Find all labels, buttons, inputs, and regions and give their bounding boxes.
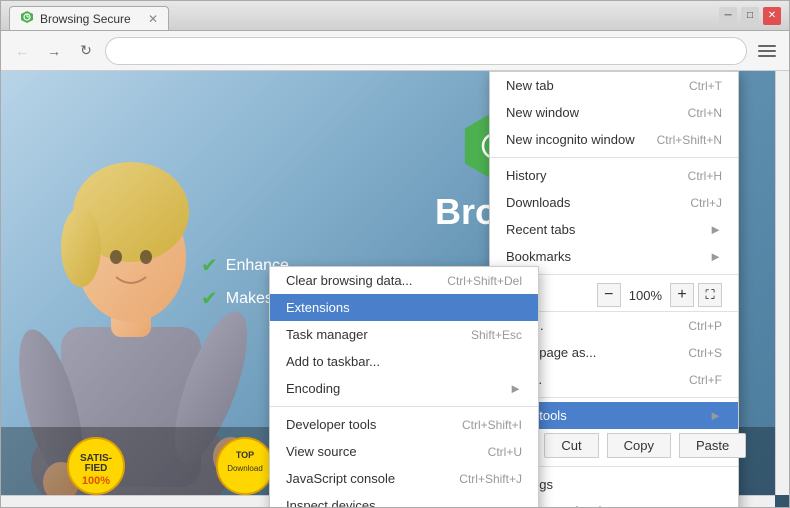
check-icon-2: ✔	[201, 286, 218, 311]
menu-item-new-tab[interactable]: New tab Ctrl+T	[490, 72, 738, 99]
submenu-label-task-manager: Task manager	[286, 327, 368, 342]
minimize-button[interactable]: ─	[719, 7, 737, 25]
forward-button[interactable]: →	[41, 38, 67, 64]
paste-button[interactable]: Paste	[679, 433, 746, 458]
badge-satisfaction: SATIS- FIED 100%	[66, 436, 126, 499]
submenu-label-encoding: Encoding	[286, 381, 340, 396]
submenu-item-dev-tools[interactable]: Developer tools Ctrl+Shift+I	[270, 411, 538, 438]
submenu-separator-1	[270, 406, 538, 407]
arrow-bookmarks: ►	[709, 249, 722, 264]
shortcut-save-page: Ctrl+S	[668, 346, 722, 360]
hamburger-line-3	[758, 55, 776, 57]
menu-item-downloads[interactable]: Downloads Ctrl+J	[490, 189, 738, 216]
separator-1	[490, 157, 738, 158]
arrow-encoding: ►	[509, 381, 522, 396]
submenu-label-dev-tools: Developer tools	[286, 417, 376, 432]
svg-text:FIED: FIED	[84, 463, 107, 474]
shortcut-find: Ctrl+F	[669, 373, 722, 387]
vertical-scrollbar[interactable]	[775, 71, 789, 495]
zoom-out-button[interactable]: −	[597, 283, 621, 307]
cut-button[interactable]: Cut	[544, 433, 598, 458]
shortcut-print: Ctrl+P	[668, 319, 722, 333]
menu-label-incognito: New incognito window	[506, 132, 635, 147]
submenu-item-inspect-devices[interactable]: Inspect devices	[270, 492, 538, 507]
menu-label-bookmarks: Bookmarks	[506, 249, 571, 264]
menu-label-new-window: New window	[506, 105, 579, 120]
submenu-item-clear-browsing[interactable]: Clear browsing data... Ctrl+Shift+Del	[270, 267, 538, 294]
submenu-label-extensions: Extensions	[286, 300, 350, 315]
maximize-button[interactable]: □	[741, 7, 759, 25]
menu-label-recent-tabs: Recent tabs	[506, 222, 575, 237]
menu-label-downloads: Downloads	[506, 195, 570, 210]
shortcut-new-window: Ctrl+N	[668, 106, 722, 120]
svg-text:100%: 100%	[82, 475, 110, 487]
close-button[interactable]: ✕	[763, 7, 781, 25]
submenu-item-js-console[interactable]: JavaScript console Ctrl+Shift+J	[270, 465, 538, 492]
menu-label-new-tab: New tab	[506, 78, 554, 93]
arrow-recent-tabs: ►	[709, 222, 722, 237]
tab-close-button[interactable]: ✕	[148, 12, 158, 26]
submenu-item-view-source[interactable]: View source Ctrl+U	[270, 438, 538, 465]
shortcut-task-manager: Shift+Esc	[451, 328, 522, 342]
shortcut-clear-browsing: Ctrl+Shift+Del	[427, 274, 522, 288]
window-controls: ─ □ ✕	[719, 7, 781, 25]
tab-title: Browsing Secure	[40, 12, 131, 26]
tab-bar: Browsing Secure ✕	[9, 1, 711, 30]
menu-item-recent-tabs[interactable]: Recent tabs ►	[490, 216, 738, 243]
back-button[interactable]: ←	[9, 38, 35, 64]
submenu-label-add-taskbar: Add to taskbar...	[286, 354, 380, 369]
submenu-label-inspect-devices: Inspect devices	[286, 498, 376, 507]
menu-item-incognito[interactable]: New incognito window Ctrl+Shift+N	[490, 126, 738, 153]
copy-button[interactable]: Copy	[607, 433, 671, 458]
zoom-fullscreen-button[interactable]: ⛶	[698, 283, 722, 307]
submenu-label-view-source: View source	[286, 444, 357, 459]
content-area: Browsi ✔ Enhance ✔ Makes su	[1, 71, 789, 507]
tab-favicon	[20, 10, 34, 27]
reload-button[interactable]: ↻	[73, 38, 99, 64]
svg-text:Download: Download	[228, 464, 264, 473]
shortcut-incognito: Ctrl+Shift+N	[637, 133, 722, 147]
badge-top: TOP Download	[215, 436, 275, 499]
submenu-item-extensions[interactable]: Extensions	[270, 294, 538, 321]
shortcut-view-source: Ctrl+U	[468, 445, 522, 459]
hamburger-line-1	[758, 45, 776, 47]
zoom-in-button[interactable]: +	[670, 283, 694, 307]
shortcut-new-tab: Ctrl+T	[669, 79, 722, 93]
address-bar[interactable]	[105, 37, 747, 65]
check-icon-1: ✔	[201, 253, 218, 278]
submenu-item-add-taskbar[interactable]: Add to taskbar...	[270, 348, 538, 375]
submenu-label-js-console: JavaScript console	[286, 471, 395, 486]
menu-label-history: History	[506, 168, 546, 183]
submenu-label-clear-browsing: Clear browsing data...	[286, 273, 412, 288]
more-tools-submenu: Clear browsing data... Ctrl+Shift+Del Ex…	[269, 266, 539, 507]
submenu-item-encoding[interactable]: Encoding ►	[270, 375, 538, 402]
nav-bar: ← → ↻	[1, 31, 789, 71]
hamburger-line-2	[758, 50, 776, 52]
shortcut-js-console: Ctrl+Shift+J	[439, 472, 522, 486]
menu-item-new-window[interactable]: New window Ctrl+N	[490, 99, 738, 126]
active-tab[interactable]: Browsing Secure ✕	[9, 6, 169, 30]
shortcut-downloads: Ctrl+J	[670, 196, 722, 210]
shortcut-dev-tools: Ctrl+Shift+I	[442, 418, 522, 432]
zoom-value: 100%	[621, 288, 670, 303]
title-bar: Browsing Secure ✕ ─ □ ✕	[1, 1, 789, 31]
browser-window: Browsing Secure ✕ ─ □ ✕ ← → ↻	[0, 0, 790, 508]
chrome-menu-button[interactable]	[753, 37, 781, 65]
svg-text:TOP: TOP	[236, 450, 254, 460]
submenu-item-task-manager[interactable]: Task manager Shift+Esc	[270, 321, 538, 348]
menu-item-history[interactable]: History Ctrl+H	[490, 162, 738, 189]
arrow-more-tools: ►	[709, 408, 722, 423]
shortcut-history: Ctrl+H	[668, 169, 722, 183]
